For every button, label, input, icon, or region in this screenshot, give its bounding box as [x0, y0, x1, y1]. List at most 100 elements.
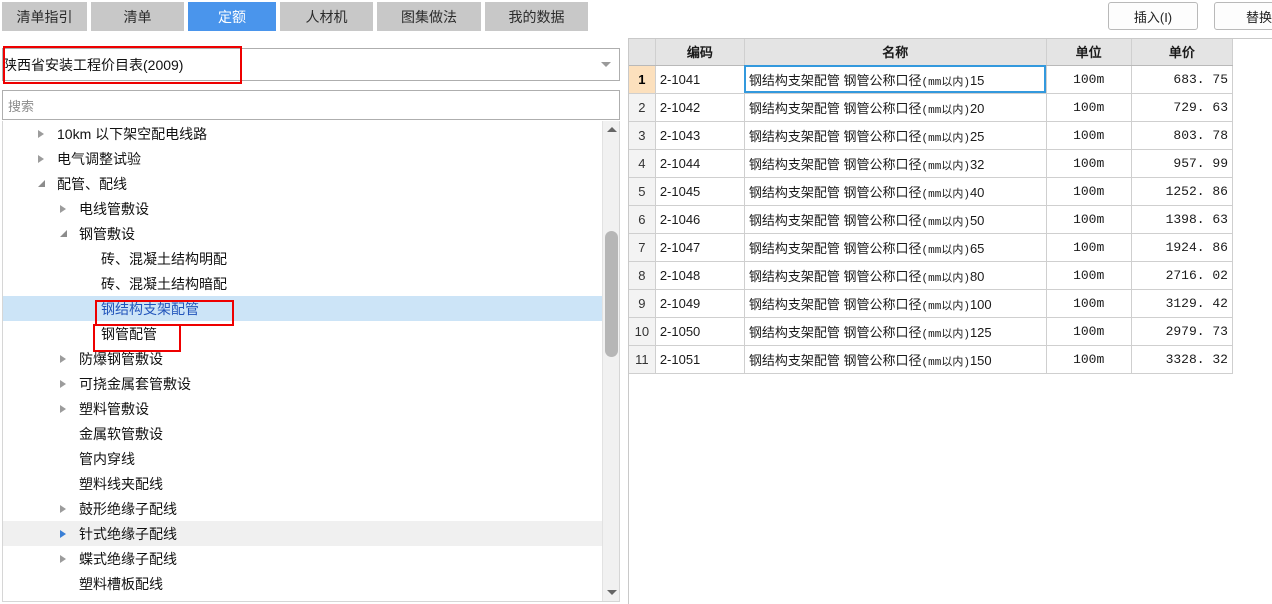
cell-unit[interactable]: 100m — [1046, 205, 1132, 234]
cell-rownum[interactable]: 3 — [629, 121, 656, 150]
cell-name[interactable]: 钢结构支架配管 钢管公称口径(mm以内)80 — [744, 261, 1047, 290]
tab-0[interactable]: 清单指引 — [2, 2, 89, 31]
cell-price[interactable]: 3129. 42 — [1131, 289, 1234, 318]
table-row[interactable]: 8 2-1048 钢结构支架配管 钢管公称口径(mm以内)80 100m 2716. 0… — [629, 261, 1234, 290]
column-header-name[interactable]: 名称 — [744, 39, 1047, 66]
cell-unit[interactable]: 100m — [1046, 345, 1132, 374]
cell-unit[interactable]: 100m — [1046, 233, 1132, 262]
tree-scrollbar-thumb[interactable] — [605, 231, 618, 357]
cell-rownum[interactable]: 2 — [629, 93, 656, 122]
table-row[interactable]: 9 2-1049 钢结构支架配管 钢管公称口径(mm以内)100 100m 3129. … — [629, 289, 1234, 318]
tree-node[interactable]: 可挠金属套管敷设 — [3, 371, 603, 396]
tree-node[interactable]: 钢结构支架配管 — [3, 296, 603, 321]
chevron-right-icon[interactable] — [33, 129, 49, 138]
cell-unit[interactable]: 100m — [1046, 289, 1132, 318]
category-tree[interactable]: 10km 以下架空配电线路 电气调整试验 配管、配线 电线管敷设 钢管敷设 砖、混凝土结构… — [3, 121, 603, 596]
cell-rownum[interactable]: 5 — [629, 177, 656, 206]
scroll-down-icon[interactable] — [603, 584, 619, 601]
cell-unit[interactable]: 100m — [1046, 261, 1132, 290]
cell-name[interactable]: 钢结构支架配管 钢管公称口径(mm以内)25 — [744, 121, 1047, 150]
cell-unit[interactable]: 100m — [1046, 149, 1132, 178]
cell-name[interactable]: 钢结构支架配管 钢管公称口径(mm以内)100 — [744, 289, 1047, 318]
tab-4[interactable]: 图集做法 — [377, 2, 483, 31]
replace-button[interactable]: 替换 — [1214, 2, 1272, 30]
tree-node[interactable]: 砖、混凝土结构暗配 — [3, 271, 603, 296]
cell-price[interactable]: 1252. 86 — [1131, 177, 1234, 206]
tree-node[interactable]: 塑料线夹配线 — [3, 471, 603, 496]
table-row[interactable]: 3 2-1043 钢结构支架配管 钢管公称口径(mm以内)25 100m 803. 78 — [629, 121, 1234, 150]
column-header-price[interactable]: 单价 — [1131, 39, 1234, 66]
cell-code[interactable]: 2-1042 — [655, 93, 745, 122]
cell-name[interactable]: 钢结构支架配管 钢管公称口径(mm以内)40 — [744, 177, 1047, 206]
cell-unit[interactable]: 100m — [1046, 177, 1132, 206]
cell-code[interactable]: 2-1047 — [655, 233, 745, 262]
cell-code[interactable]: 2-1045 — [655, 177, 745, 206]
column-header-rownum[interactable] — [629, 39, 656, 66]
cell-code[interactable]: 2-1046 — [655, 205, 745, 234]
table-row[interactable]: 4 2-1044 钢结构支架配管 钢管公称口径(mm以内)32 100m 957. 99 — [629, 149, 1234, 178]
cell-name[interactable]: 钢结构支架配管 钢管公称口径(mm以内)150 — [744, 345, 1047, 374]
cell-code[interactable]: 2-1049 — [655, 289, 745, 318]
tree-node[interactable]: 钢管敷设 — [3, 221, 603, 246]
tab-3[interactable]: 人材机 — [280, 2, 375, 31]
cell-code[interactable]: 2-1051 — [655, 345, 745, 374]
catalog-dropdown[interactable]: 陕西省安装工程价目表(2009) — [2, 48, 620, 81]
chevron-right-icon[interactable] — [33, 154, 49, 163]
chevron-down-icon[interactable] — [55, 230, 71, 237]
table-row[interactable]: 10 2-1050 钢结构支架配管 钢管公称口径(mm以内)125 100m 2979.… — [629, 317, 1234, 346]
table-row[interactable]: 7 2-1047 钢结构支架配管 钢管公称口径(mm以内)65 100m 1924. 8… — [629, 233, 1234, 262]
cell-name[interactable]: 钢结构支架配管 钢管公称口径(mm以内)65 — [744, 233, 1047, 262]
tree-node[interactable]: 砖、混凝土结构明配 — [3, 246, 603, 271]
cell-price[interactable]: 1398. 63 — [1131, 205, 1234, 234]
cell-rownum[interactable]: 10 — [629, 317, 656, 346]
search-input[interactable]: 搜索 — [2, 90, 620, 120]
chevron-right-icon[interactable] — [55, 554, 71, 563]
table-row[interactable]: 5 2-1045 钢结构支架配管 钢管公称口径(mm以内)40 100m 1252. 8… — [629, 177, 1234, 206]
cell-unit[interactable]: 100m — [1046, 121, 1132, 150]
cell-price[interactable]: 1924. 86 — [1131, 233, 1234, 262]
scroll-up-icon[interactable] — [603, 121, 619, 138]
tree-node[interactable]: 鼓形绝缘子配线 — [3, 496, 603, 521]
cell-code[interactable]: 2-1041 — [655, 65, 745, 94]
cell-rownum[interactable]: 9 — [629, 289, 656, 318]
table-row[interactable]: 1 2-1041 钢结构支架配管 钢管公称口径(mm以内)15 100m 683. 75 — [629, 65, 1234, 94]
table-row[interactable]: 6 2-1046 钢结构支架配管 钢管公称口径(mm以内)50 100m 1398. 6… — [629, 205, 1234, 234]
cell-price[interactable]: 957. 99 — [1131, 149, 1234, 178]
cell-price[interactable]: 2979. 73 — [1131, 317, 1234, 346]
cell-name[interactable]: 钢结构支架配管 钢管公称口径(mm以内)32 — [744, 149, 1047, 178]
cell-unit[interactable]: 100m — [1046, 65, 1132, 94]
cell-unit[interactable]: 100m — [1046, 93, 1132, 122]
tree-node[interactable]: 塑料管敷设 — [3, 396, 603, 421]
cell-name[interactable]: 钢结构支架配管 钢管公称口径(mm以内)20 — [744, 93, 1047, 122]
tree-node[interactable]: 塑料槽板配线 — [3, 571, 603, 596]
cell-price[interactable]: 2716. 02 — [1131, 261, 1234, 290]
cell-code[interactable]: 2-1050 — [655, 317, 745, 346]
chevron-down-icon[interactable] — [33, 180, 49, 187]
chevron-right-icon[interactable] — [55, 404, 71, 413]
cell-code[interactable]: 2-1044 — [655, 149, 745, 178]
tree-node[interactable]: 电线管敷设 — [3, 196, 603, 221]
table-row[interactable]: 11 2-1051 钢结构支架配管 钢管公称口径(mm以内)150 100m 3328.… — [629, 345, 1234, 374]
column-header-code[interactable]: 编码 — [655, 39, 745, 66]
cell-price[interactable]: 729. 63 — [1131, 93, 1234, 122]
tree-node[interactable]: 针式绝缘子配线 — [3, 521, 603, 546]
tree-node[interactable]: 10km 以下架空配电线路 — [3, 121, 603, 146]
cell-code[interactable]: 2-1043 — [655, 121, 745, 150]
chevron-right-icon[interactable] — [55, 504, 71, 513]
cell-name[interactable]: 钢结构支架配管 钢管公称口径(mm以内)125 — [744, 317, 1047, 346]
tree-node[interactable]: 管内穿线 — [3, 446, 603, 471]
tree-node[interactable]: 防爆钢管敷设 — [3, 346, 603, 371]
tab-1[interactable]: 清单 — [91, 2, 186, 31]
cell-unit[interactable]: 100m — [1046, 317, 1132, 346]
tab-2[interactable]: 定额 — [188, 2, 278, 31]
tree-node[interactable]: 电气调整试验 — [3, 146, 603, 171]
tab-5[interactable]: 我的数据 — [485, 2, 590, 31]
cell-rownum[interactable]: 11 — [629, 345, 656, 374]
cell-price[interactable]: 3328. 32 — [1131, 345, 1234, 374]
cell-name[interactable]: 钢结构支架配管 钢管公称口径(mm以内)50 — [744, 205, 1047, 234]
chevron-right-icon[interactable] — [55, 354, 71, 363]
tree-scrollbar[interactable] — [602, 121, 619, 601]
cell-rownum[interactable]: 1 — [629, 65, 656, 94]
cell-rownum[interactable]: 6 — [629, 205, 656, 234]
cell-rownum[interactable]: 8 — [629, 261, 656, 290]
